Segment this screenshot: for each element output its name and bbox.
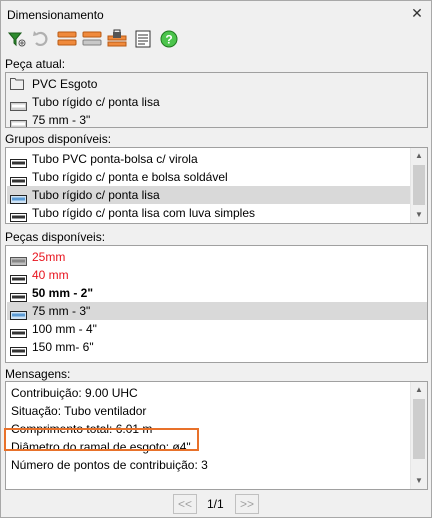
message-line: Contribuição: 9.00 UHC [11, 386, 138, 400]
list-item[interactable]: 50 mm - 2" [7, 284, 427, 302]
list-item-selected[interactable]: Tubo rígido c/ ponta lisa [7, 186, 410, 204]
list-item[interactable]: Tubo rígido c/ ponta lisa com luva simpl… [7, 204, 410, 222]
title-bar: Dimensionamento ✕ [1, 1, 431, 27]
list-item[interactable]: 150 mm- 6" [7, 338, 427, 356]
list-item-selected[interactable]: 75 mm - 3" [7, 302, 427, 320]
pipe-icon [10, 116, 27, 127]
peca-atual-text: PVC Esgoto [32, 77, 98, 91]
list-item-label: 40 mm [32, 268, 69, 282]
scrollbar[interactable]: ▲ ▼ [410, 148, 427, 223]
close-icon[interactable]: ✕ [411, 6, 423, 20]
lock-pipe-icon[interactable] [107, 29, 127, 49]
list-item[interactable]: Tubo rígido c/ ponta e bolsa soldável [7, 168, 410, 186]
pipe-gray-icon [10, 253, 27, 266]
page-indicator: 1/1 [207, 497, 224, 511]
svg-text:?: ? [165, 33, 172, 47]
scroll-up-icon[interactable]: ▲ [411, 382, 427, 398]
list-item-label: Tubo PVC ponta-bolsa c/ virola [32, 152, 198, 166]
message-line: Número de pontos de contribuição: 3 [11, 458, 208, 472]
pipe-orange-icon[interactable] [57, 29, 77, 49]
peca-atual-item: 75 mm - 3" [7, 111, 427, 127]
pecas-list[interactable]: 25mm 40 mm 50 mm - 2" 75 mm - 3" 100 mm … [5, 245, 428, 363]
pipe-icon [10, 98, 27, 111]
pipe-icon [10, 209, 27, 222]
pipe-icon [10, 343, 27, 356]
report-icon[interactable] [133, 29, 153, 49]
pipe-icon [10, 155, 27, 168]
pipe-icon [10, 271, 27, 284]
grupos-label: Grupos disponíveis: [5, 132, 112, 146]
pipe-orange-gray-icon[interactable] [82, 29, 102, 49]
prev-page-button[interactable]: << [173, 494, 197, 514]
pipe-icon [10, 173, 27, 186]
list-item-label: 100 mm - 4" [32, 322, 97, 336]
scrollbar[interactable]: ▲ ▼ [410, 382, 427, 489]
list-item-label: Tubo rígido c/ ponta e bolsa soldável [32, 170, 228, 184]
pecas-label: Peças disponíveis: [5, 230, 106, 244]
list-item-label: Tubo rígido c/ ponta lisa com luva simpl… [32, 206, 255, 220]
list-item-label: 50 mm - 2" [32, 286, 94, 300]
list-item[interactable]: 100 mm - 4" [7, 320, 427, 338]
grupos-list[interactable]: Tubo PVC ponta-bolsa c/ virola Tubo rígi… [5, 147, 428, 224]
peca-atual-label: Peça atual: [5, 57, 66, 71]
pipe-icon [10, 289, 27, 302]
list-item[interactable]: 25mm [7, 248, 427, 266]
scroll-thumb[interactable] [413, 399, 425, 459]
pipe-icon [10, 325, 27, 338]
mensagens-label: Mensagens: [5, 367, 71, 381]
pipe-selected-icon [10, 307, 27, 320]
window-title: Dimensionamento [7, 8, 104, 22]
folder-icon [10, 77, 24, 90]
list-item-label: 75 mm - 3" [32, 304, 91, 318]
peca-atual-item: PVC Esgoto [7, 75, 427, 93]
list-item-label: 25mm [32, 250, 66, 264]
scroll-up-icon[interactable]: ▲ [411, 148, 427, 164]
peca-atual-text: 75 mm - 3" [32, 113, 91, 127]
message-line: Situação: Tubo ventilador [11, 404, 147, 418]
highlight-box [4, 428, 199, 451]
help-icon[interactable]: ? [159, 29, 179, 49]
list-item-label: 150 mm- 6" [32, 340, 94, 354]
undo-icon[interactable] [31, 29, 51, 49]
pipe-selected-icon [10, 191, 27, 204]
scroll-down-icon[interactable]: ▼ [411, 207, 427, 223]
dimensionamento-window: Dimensionamento ✕ ? Peça atual: PVC Esgo… [0, 0, 432, 518]
scroll-thumb[interactable] [413, 165, 425, 205]
list-item[interactable]: Tubo PVC ponta-bolsa c/ virola [7, 150, 410, 168]
peca-atual-text: Tubo rígido c/ ponta lisa [32, 95, 160, 109]
toolbar: ? [7, 29, 187, 51]
tree-filter-icon[interactable] [7, 29, 27, 49]
scroll-down-icon[interactable]: ▼ [411, 473, 427, 489]
peca-atual-panel: PVC Esgoto Tubo rígido c/ ponta lisa 75 … [5, 72, 428, 128]
next-page-button[interactable]: >> [235, 494, 259, 514]
list-item-label: Tubo rígido c/ ponta lisa [32, 188, 160, 202]
list-item[interactable]: 40 mm [7, 266, 427, 284]
peca-atual-item: Tubo rígido c/ ponta lisa [7, 93, 427, 111]
